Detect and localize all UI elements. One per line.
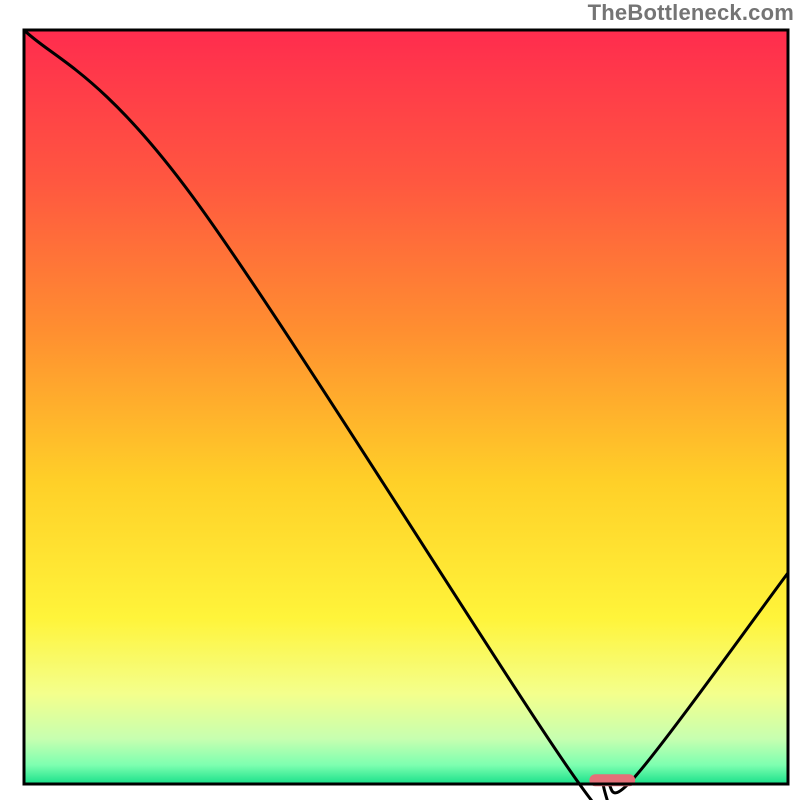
bottleneck-chart: [0, 0, 800, 800]
plot-background: [24, 30, 788, 784]
watermark-text: TheBottleneck.com: [588, 0, 794, 26]
chart-container: TheBottleneck.com: [0, 0, 800, 800]
